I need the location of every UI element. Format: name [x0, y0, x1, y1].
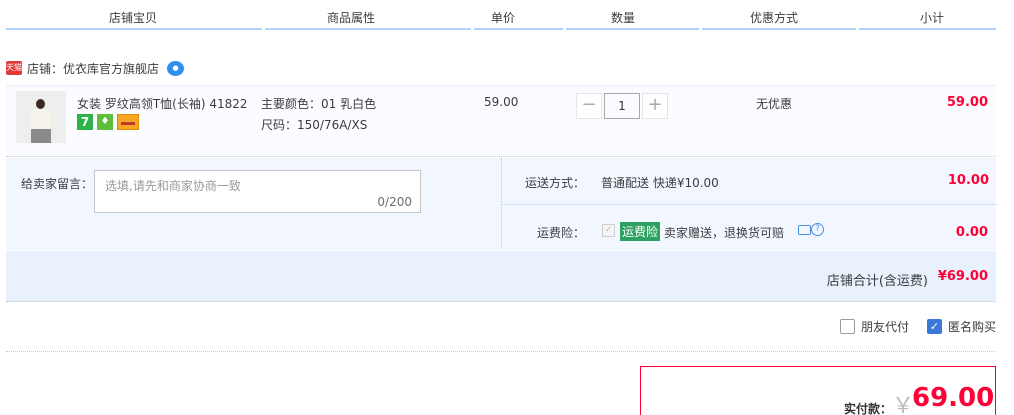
friend-pay-option[interactable]: 朋友代付	[839, 318, 909, 335]
col-discount: 优惠方式	[750, 11, 799, 25]
cart-item-row: 女装 罗纹高领T恤(长袖) 41822 7 ♦ 主要颜色：01 乳白色 尺码：1…	[6, 85, 996, 157]
header-separator	[262, 28, 265, 30]
shop-total-value: ¥69.00	[937, 269, 988, 284]
header-separator	[856, 28, 859, 30]
col-attributes: 商品属性	[327, 11, 376, 25]
insurance-description: 卖家赠送，退换货可赔	[664, 226, 785, 240]
guarantee-shield-icon[interactable]: ♦	[97, 114, 113, 130]
insurance-label: 运费险：	[537, 226, 586, 240]
amount-due-value: 69.00	[912, 383, 995, 413]
help-icon[interactable]: ?	[811, 223, 824, 236]
decrease-quantity-button[interactable]: −	[576, 93, 602, 119]
cart-column-header: 店铺宝贝 商品属性 单价 数量 优惠方式 小计	[6, 0, 996, 30]
header-separator	[471, 28, 474, 30]
message-placeholder: 选填,请先和商家协商一致	[105, 179, 241, 193]
col-unit-price: 单价	[491, 11, 516, 25]
header-separator	[699, 28, 702, 30]
credit-card-icon[interactable]	[117, 114, 139, 130]
product-title-link[interactable]: 女装 罗纹高领T恤(长袖) 41822	[77, 95, 257, 112]
product-thumbnail[interactable]	[16, 91, 66, 143]
tmall-icon: 天猫	[6, 61, 22, 75]
anonymous-buy-option[interactable]: ✓ 匿名购买	[926, 318, 996, 335]
service-badges: 7 ♦	[77, 114, 139, 130]
comment-icon[interactable]	[798, 225, 811, 235]
friend-pay-label: 朋友代付	[860, 320, 909, 334]
header-separator	[563, 28, 566, 30]
shop-total-row: 店铺合计(含运费) ¥69.00	[6, 250, 996, 302]
message-char-count: 0/200	[377, 195, 412, 209]
insurance-fee: 0.00	[955, 225, 988, 240]
attr-color: 主要颜色：01 乳白色	[261, 97, 377, 111]
insurance-checkbox: ✓	[602, 224, 615, 237]
seller-message-textarea[interactable]: 选填,请先和商家协商一致 0/200	[94, 170, 421, 213]
attr-size: 尺码：150/76A/XS	[261, 118, 368, 132]
shipping-insurance-column: 运送方式： 普通配送 快递¥10.00 10.00 运费险： ✓ 运费险 卖家赠…	[501, 158, 997, 250]
insurance-tag: 运费险	[620, 222, 661, 241]
item-subtotal: 59.00	[946, 95, 988, 110]
unit-price: 59.00	[484, 95, 519, 109]
shipping-fee: 10.00	[947, 173, 989, 188]
anonymous-buy-checkbox[interactable]: ✓	[926, 319, 942, 334]
payment-options: 朋友代付 ✓ 匿名购买	[839, 318, 996, 335]
shop-total-label: 店铺合计(含运费)	[826, 274, 928, 289]
col-subtotal: 小计	[920, 11, 945, 25]
section-divider	[6, 351, 996, 352]
quantity-stepper: − 1 +	[576, 93, 668, 119]
discount-method: 无优惠	[756, 97, 793, 111]
friend-pay-checkbox[interactable]	[839, 319, 855, 334]
amount-due-label: 实付款：	[844, 402, 893, 415]
shop-name-link[interactable]: 店铺：优衣库官方旗舰店	[27, 60, 159, 77]
currency-symbol: ￥	[892, 394, 915, 415]
seller-message-label: 给卖家留言：	[21, 177, 94, 191]
shipping-row: 运送方式： 普通配送 快递¥10.00 10.00	[502, 158, 997, 205]
seven-day-return-icon[interactable]: 7	[77, 114, 93, 130]
payment-summary-box: 实付款： ￥ 69.00	[640, 366, 996, 415]
shipping-method[interactable]: 普通配送 快递¥10.00	[601, 174, 719, 191]
shipping-label: 运送方式：	[525, 176, 586, 190]
anonymous-buy-label: 匿名购买	[947, 320, 996, 334]
order-extras-panel: 给卖家留言： 选填,请先和商家协商一致 0/200 运送方式： 普通配送 快递¥…	[6, 158, 997, 250]
quantity-input[interactable]: 1	[604, 93, 640, 119]
wangwang-chat-icon[interactable]: ●	[167, 60, 185, 76]
shop-row: 天猫 店铺：优衣库官方旗舰店 ●	[6, 58, 185, 78]
col-quantity: 数量	[611, 11, 636, 25]
col-shop-items: 店铺宝贝	[109, 11, 158, 25]
increase-quantity-button[interactable]: +	[642, 93, 668, 119]
